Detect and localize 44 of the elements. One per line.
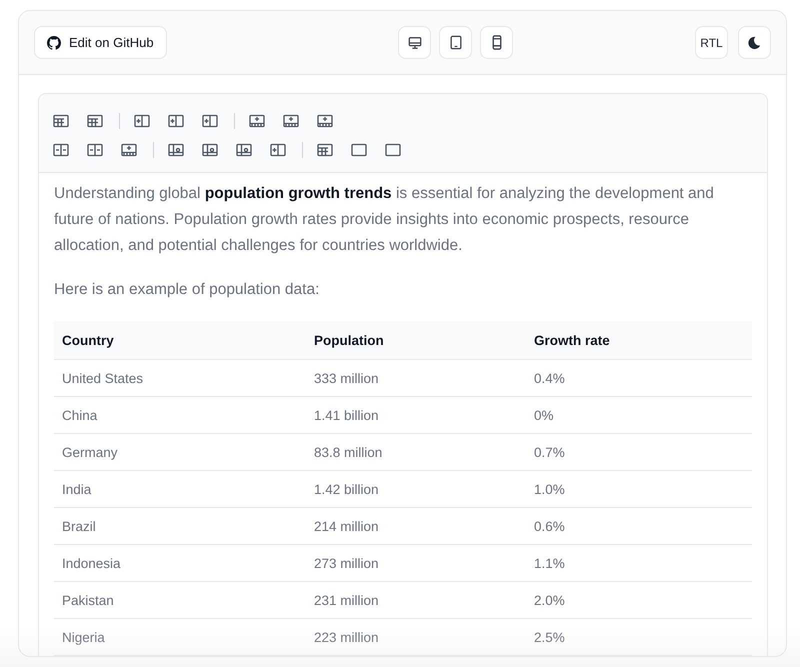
table-cell: 2.0% bbox=[526, 582, 752, 618]
table-cell: 1.1% bbox=[526, 544, 752, 582]
table-cell: 223 million bbox=[306, 618, 526, 656]
table-cell: 0.7% bbox=[526, 434, 752, 470]
paragraph: Understanding global population growth trends is essential for analyzing the development and future of nations. Population growth rates provide insights into economic prospects, resource allocation, and potential challenges for countries worldwide. bbox=[54, 184, 715, 256]
table-cell: 273 million bbox=[306, 544, 526, 582]
table-cell: 83.8 million bbox=[306, 434, 526, 470]
row-plus-icon bbox=[283, 114, 299, 128]
column-plus-icon bbox=[134, 114, 150, 128]
table-cell: China bbox=[54, 396, 306, 434]
table-cell: 1.41 billion bbox=[306, 396, 526, 434]
rtl-button[interactable]: RTL bbox=[694, 26, 728, 59]
monitor-icon bbox=[408, 36, 422, 50]
table-cell: Pakistan bbox=[54, 582, 306, 618]
table-cell: 1.42 billion bbox=[306, 470, 526, 508]
table-cell: Nigeria bbox=[54, 618, 306, 656]
table-cell: Indonesia bbox=[54, 544, 306, 582]
column-header: Country bbox=[54, 321, 306, 360]
tablet-icon bbox=[448, 35, 463, 50]
column-header: Growth rate bbox=[526, 321, 752, 360]
table-cell: 333 million bbox=[306, 360, 526, 396]
paragraph: Here is an example of population data: bbox=[54, 280, 320, 300]
table-cell: 0% bbox=[526, 396, 752, 434]
table-cell: 0.6% bbox=[526, 508, 752, 544]
table-cell: Brazil bbox=[54, 508, 306, 544]
column-header: Population bbox=[306, 321, 526, 360]
github-icon bbox=[47, 36, 61, 50]
desktop-view-button[interactable] bbox=[398, 26, 432, 59]
table-cell: 1.0% bbox=[526, 470, 752, 508]
table-cell: 214 million bbox=[306, 508, 526, 544]
column-plus-icon bbox=[168, 114, 184, 128]
mobile-view-button[interactable] bbox=[480, 26, 514, 59]
dark-mode-button[interactable] bbox=[738, 26, 771, 59]
tablet-view-button[interactable] bbox=[439, 26, 472, 59]
phone-icon bbox=[490, 35, 503, 50]
table-cell: 0.4% bbox=[526, 360, 752, 396]
table-cell: Germany bbox=[54, 434, 306, 470]
table-cell: 2.5% bbox=[526, 618, 752, 656]
row-plus-icon bbox=[249, 114, 265, 128]
edit-on-github-button[interactable]: Edit on GitHub bbox=[34, 26, 167, 59]
table-cell: India bbox=[54, 470, 306, 508]
table-cell: United States bbox=[54, 360, 306, 396]
moon-icon bbox=[747, 36, 762, 50]
table-cell: 231 million bbox=[306, 582, 526, 618]
